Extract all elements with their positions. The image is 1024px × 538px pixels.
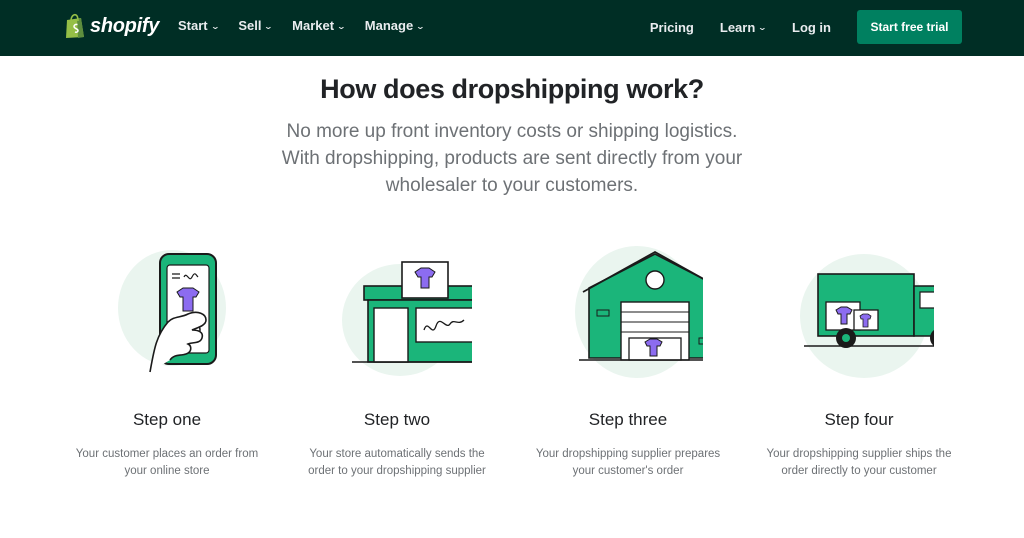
- logo-wordmark: shopify: [90, 14, 160, 37]
- step-description-line: order to your dropshipping supplier: [308, 465, 486, 477]
- nav-item-label: Manage: [364, 18, 414, 33]
- step-description-line: Your customer places an order from: [75, 448, 259, 460]
- step-card: Step two Your store automatically sends …: [292, 240, 502, 477]
- nav-item-market[interactable]: Market ⌄: [292, 18, 347, 33]
- step-card: Step one Your customer places an order f…: [62, 240, 272, 477]
- step-description: Your customer places an order from your …: [62, 446, 272, 480]
- step-description-line: Your dropshipping supplier ships the: [766, 448, 952, 460]
- nav-item-start[interactable]: Start ⌄: [178, 18, 220, 33]
- step-description-line: your customer's order: [572, 465, 684, 477]
- phone-order-icon: [92, 240, 242, 390]
- delivery-truck-icon: [784, 240, 962, 390]
- secondary-nav: Pricing Learn ⌄ Log in Start free trial: [650, 10, 962, 44]
- subheading-line: No more up front inventory costs or ship…: [286, 121, 738, 142]
- shopify-logo[interactable]: shopify: [64, 13, 159, 39]
- step-description-line: your online store: [124, 465, 210, 477]
- section-subheading: No more up front inventory costs or ship…: [252, 118, 772, 199]
- step-card: Step three Your dropshipping supplier pr…: [523, 240, 733, 477]
- start-free-trial-button[interactable]: Start free trial: [857, 10, 962, 44]
- step-title: Step four: [824, 410, 894, 429]
- step-description: Your dropshipping supplier ships the ord…: [754, 446, 964, 480]
- learn-label: Learn: [719, 19, 756, 35]
- chevron-down-icon: ⌄: [336, 21, 347, 31]
- step-description: Your dropshipping supplier prepares your…: [523, 446, 733, 480]
- login-link[interactable]: Log in: [792, 20, 831, 35]
- primary-nav: Start ⌄ Sell ⌄ Market ⌄ Manage ⌄: [178, 18, 444, 33]
- section-heading: How does dropshipping work?: [320, 74, 704, 104]
- chevron-down-icon: ⌄: [264, 21, 274, 31]
- step-title: Step three: [588, 410, 668, 429]
- step-title: Step one: [132, 410, 202, 429]
- nav-item-label: Sell: [238, 18, 262, 33]
- nav-item-label: Start: [178, 18, 208, 33]
- shopping-bag-icon: [66, 13, 84, 38]
- top-navbar: shopify Start ⌄ Sell ⌄ Market ⌄ Manage ⌄…: [0, 0, 1024, 56]
- step-card: Step four Your dropshipping supplier shi…: [754, 240, 964, 477]
- step-description: Your store automatically sends the order…: [292, 446, 502, 480]
- nav-item-label: Market: [292, 18, 335, 33]
- learn-menu[interactable]: Learn ⌄: [719, 19, 768, 35]
- subheading-line: wholesaler to your customers.: [385, 175, 639, 196]
- storefront-icon: [322, 240, 494, 390]
- chevron-down-icon: ⌄: [757, 22, 768, 32]
- step-description-line: Your store automatically sends the: [309, 448, 485, 460]
- warehouse-icon: [553, 240, 729, 390]
- nav-item-manage[interactable]: Manage ⌄: [364, 18, 426, 33]
- subheading-line: With dropshipping, products are sent dir…: [281, 148, 743, 169]
- step-description-line: order directly to your customer: [781, 465, 937, 477]
- chevron-down-icon: ⌄: [210, 21, 220, 31]
- nav-item-sell[interactable]: Sell ⌄: [238, 18, 274, 33]
- chevron-down-icon: ⌄: [415, 21, 426, 31]
- step-description-line: Your dropshipping supplier prepares: [535, 448, 721, 460]
- pricing-link[interactable]: Pricing: [650, 20, 694, 35]
- step-title: Step two: [363, 410, 431, 429]
